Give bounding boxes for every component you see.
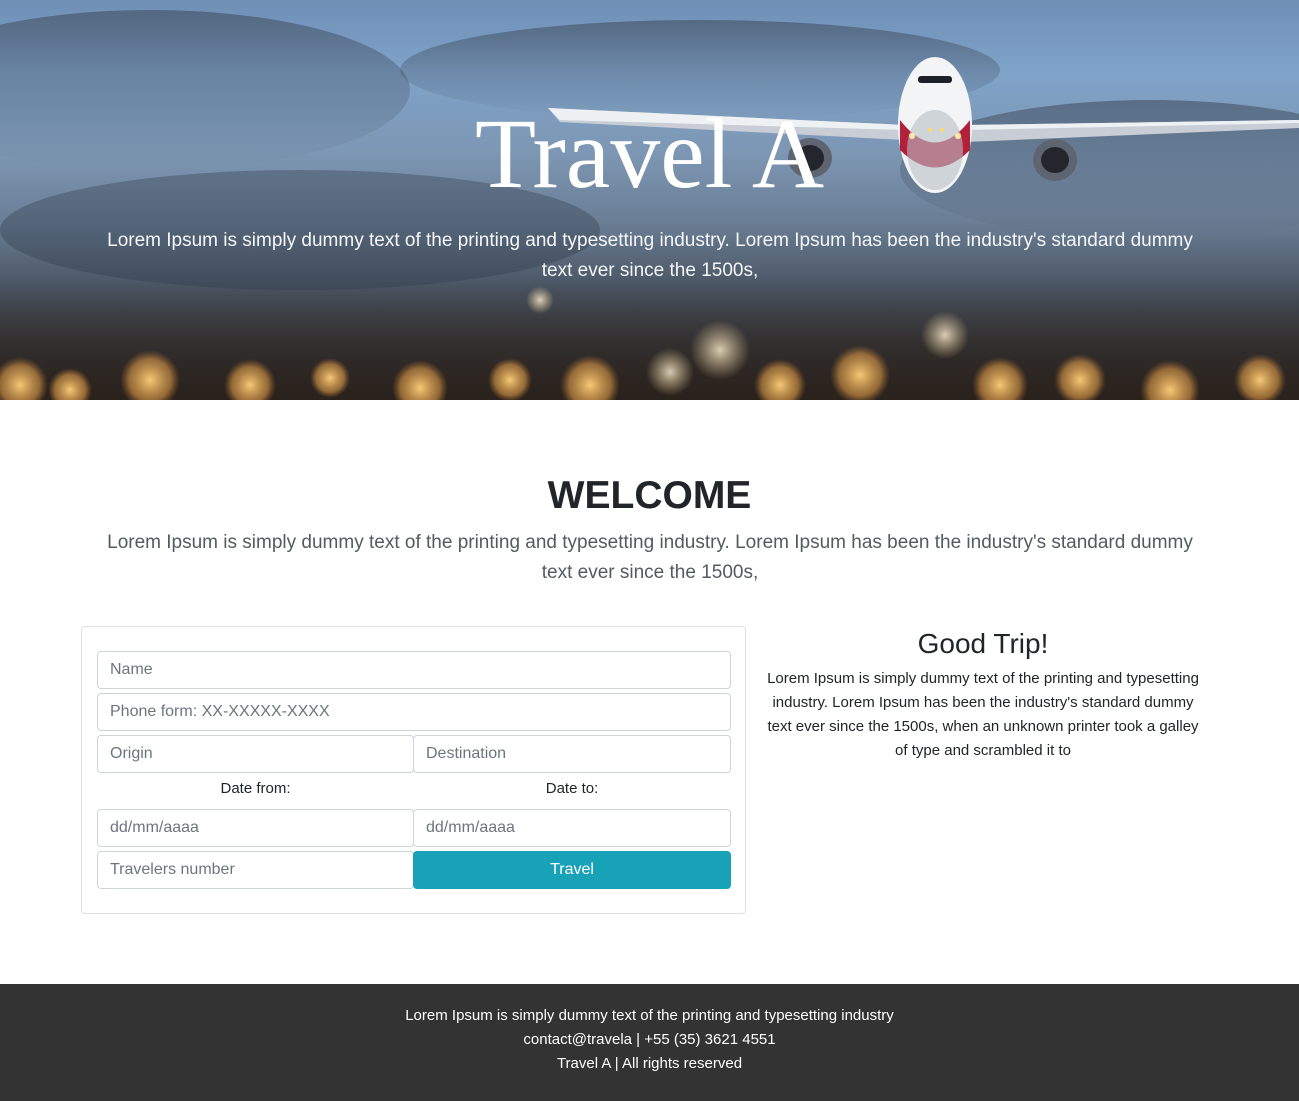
footer-contact: contact@travela | +55 (35) 3621 4551 [523, 1031, 776, 1048]
name-input[interactable] [97, 651, 731, 689]
date-to-input[interactable] [413, 809, 731, 847]
destination-input[interactable] [413, 735, 731, 773]
welcome-heading: WELCOME [547, 474, 752, 517]
footer-tagline: Lorem Ipsum is simply dummy text of the … [405, 1007, 894, 1024]
good-trip-heading: Good Trip! [917, 628, 1049, 659]
travelers-number-input[interactable] [97, 851, 414, 889]
hero-banner: Travel A Lorem Ipsum is simply dummy tex… [0, 0, 1299, 400]
travel-button[interactable]: Travel [413, 851, 731, 889]
booking-form: Date from: Date to: Travel [81, 626, 746, 914]
origin-input[interactable] [97, 735, 414, 773]
date-to-label: Date to: [545, 780, 599, 797]
date-from-label: Date from: [220, 780, 291, 797]
phone-input[interactable] [97, 693, 731, 731]
good-trip-description: Lorem Ipsum is simply dummy text of the … [767, 670, 1199, 759]
footer-copyright: Travel A | All rights reserved [556, 1055, 743, 1072]
date-from-input[interactable] [97, 809, 414, 847]
hero-title: Travel A [474, 98, 825, 209]
welcome-description: Lorem Ipsum is simply dummy text of the … [107, 532, 1193, 583]
hero-description: Lorem Ipsum is simply dummy text of the … [107, 230, 1193, 281]
footer: Lorem Ipsum is simply dummy text of the … [0, 984, 1299, 1101]
